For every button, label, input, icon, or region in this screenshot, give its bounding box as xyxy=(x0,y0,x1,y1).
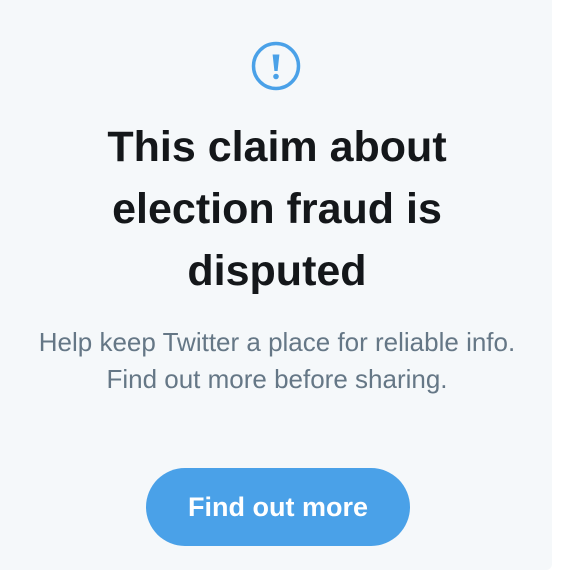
disputed-claim-notice: This claim about election fraud is dispu… xyxy=(0,0,552,570)
notice-body-text: Help keep Twitter a place for reliable i… xyxy=(38,327,516,394)
find-out-more-button[interactable]: Find out more xyxy=(146,468,410,546)
page-background xyxy=(552,0,564,570)
alert-circle-icon xyxy=(251,41,301,91)
notice-headline: This claim about election fraud is dispu… xyxy=(107,123,447,295)
